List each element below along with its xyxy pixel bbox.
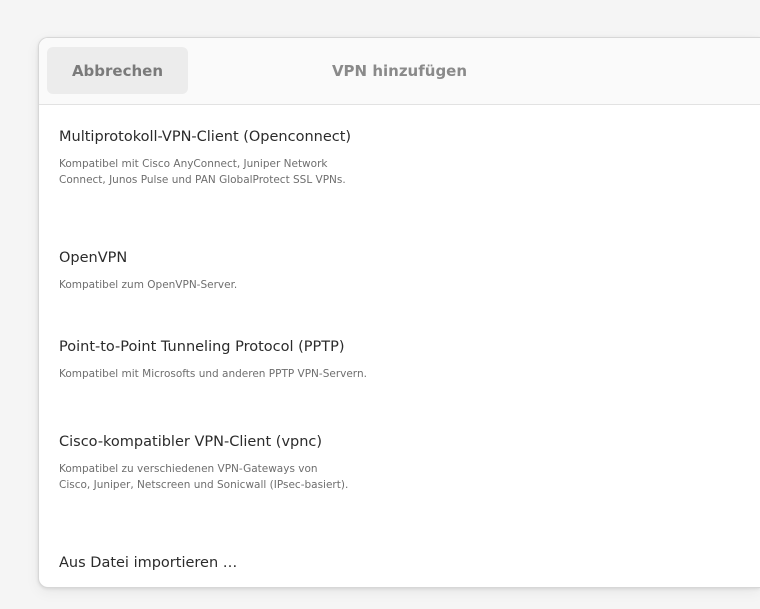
- add-vpn-dialog: Abbrechen VPN hinzufügen Multiprotokoll-…: [38, 37, 760, 588]
- vpn-option-pptp[interactable]: Point-to-Point Tunneling Protocol (PPTP)…: [39, 337, 760, 382]
- option-title: OpenVPN: [59, 250, 128, 266]
- vpn-option-import-file[interactable]: Aus Datei importieren …: [39, 553, 760, 573]
- window-background: Abbrechen VPN hinzufügen Multiprotokoll-…: [0, 0, 760, 609]
- cancel-button[interactable]: Abbrechen: [47, 47, 188, 94]
- option-title: Cisco-kompatibler VPN-Client (vpnc): [59, 434, 323, 450]
- option-title: Point-to-Point Tunneling Protocol (PPTP): [59, 339, 345, 355]
- vpn-option-openvpn[interactable]: OpenVPN Kompatibel zum OpenVPN-Server.: [39, 248, 760, 293]
- vpn-option-vpnc[interactable]: Cisco-kompatibler VPN-Client (vpnc) Komp…: [39, 432, 760, 493]
- option-title: Multiprotokoll-VPN-Client (Openconnect): [59, 129, 352, 145]
- dialog-header: Abbrechen VPN hinzufügen: [39, 38, 760, 105]
- option-description: Kompatibel zu verschiedenen VPN-Gateways…: [59, 463, 349, 491]
- vpn-option-openconnect[interactable]: Multiprotokoll-VPN-Client (Openconnect) …: [39, 127, 760, 188]
- option-title: Aus Datei importieren …: [59, 555, 238, 571]
- option-description: Kompatibel mit Microsofts und anderen PP…: [59, 368, 367, 380]
- option-description: Kompatibel zum OpenVPN-Server.: [59, 279, 238, 291]
- option-description: Kompatibel mit Cisco AnyConnect, Juniper…: [59, 158, 346, 186]
